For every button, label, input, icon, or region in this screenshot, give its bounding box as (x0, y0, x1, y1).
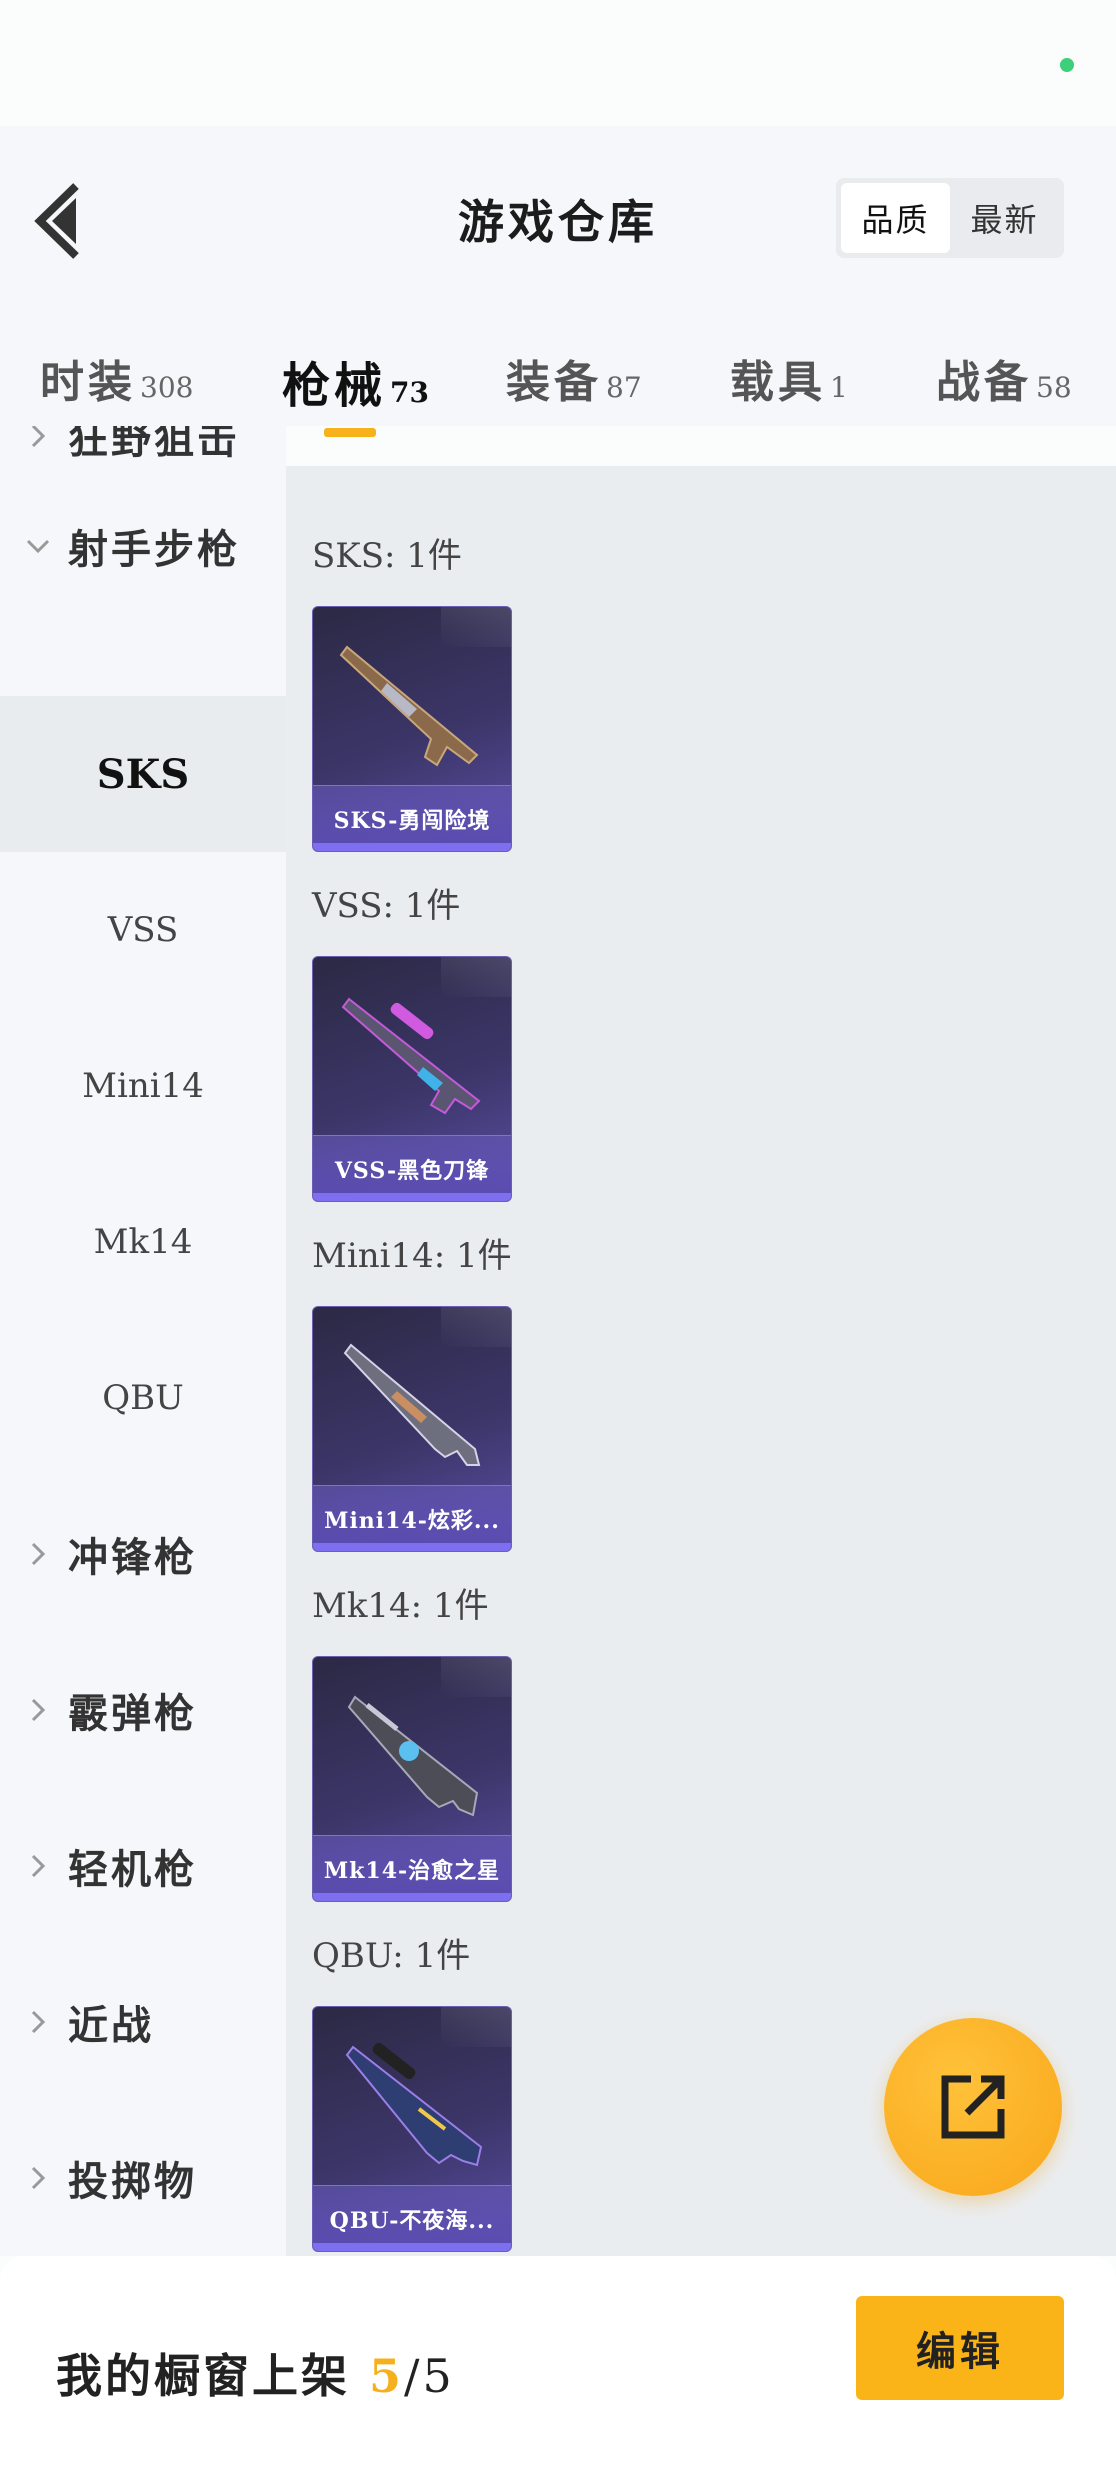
sidebar-group-melee[interactable]: 近战 (0, 1944, 286, 2100)
sidebar-item-partial[interactable]: 狂野狙击 (0, 426, 286, 476)
tab-count: 1 (830, 371, 848, 404)
tab-fashion[interactable]: 时装 308 (40, 346, 193, 410)
item-name: Mini14-炫彩... (324, 1508, 500, 1534)
status-indicator-dot (1060, 58, 1074, 72)
sidebar-group-smg[interactable]: 冲锋枪 (0, 1476, 286, 1632)
showcase-separator: / (404, 2349, 423, 2403)
tab-label: 时装 (40, 357, 136, 408)
tab-supplies[interactable]: 战备 58 (936, 346, 1072, 410)
quality-bar (313, 2243, 511, 2251)
chevron-right-icon (31, 1698, 46, 1722)
item-card-sks[interactable]: SKS-勇闯险境 (312, 606, 512, 852)
rifle-icon (347, 1695, 479, 1817)
showcase-label: 我的橱窗上架 (56, 2349, 350, 2403)
chevron-right-icon (31, 2166, 46, 2190)
quality-bar (313, 1893, 511, 1901)
sidebar-item-vss[interactable]: VSS (0, 852, 286, 1008)
share-external-icon (941, 2075, 1005, 2139)
item-name: QBU-不夜海... (329, 2208, 495, 2234)
chevron-right-icon (31, 1854, 46, 1878)
header: 游戏仓库 品质 最新 时装 308 枪械 73 装备 87 载具 1 战备 58 (0, 126, 1116, 437)
showcase-listed-count: 5 (369, 2349, 405, 2403)
footer-bar: 我的橱窗上架 5/5 编辑 (0, 2256, 1116, 2482)
sidebar-item-mk14[interactable]: Mk14 (0, 1164, 286, 1320)
quality-bar (313, 1193, 511, 1201)
rifle-icon (343, 1343, 481, 1466)
tab-guns[interactable]: 枪械 73 (282, 346, 429, 416)
sidebar-group-throwables[interactable]: 投掷物 (0, 2100, 286, 2256)
tab-label: 装备 (506, 357, 602, 408)
item-card-mini14[interactable]: Mini14-炫彩... (312, 1306, 512, 1552)
chevron-down-icon (26, 539, 50, 554)
tab-label: 载具 (730, 357, 826, 408)
sidebar-group-label: 霰弹枪 (68, 1690, 197, 1737)
sniper-rifle-icon (341, 997, 481, 1115)
section-title-sks: SKS: 1件 (312, 536, 462, 576)
tab-label: 战备 (936, 357, 1032, 408)
rifle-icon (339, 645, 479, 767)
sidebar-group-label: 投掷物 (68, 2158, 197, 2205)
sidebar-group-label: 冲锋枪 (68, 1534, 197, 1581)
tab-count: 87 (606, 371, 642, 404)
status-bar (0, 0, 1116, 126)
sidebar-item-sks[interactable]: SKS (0, 696, 286, 852)
quality-bar (313, 1543, 511, 1551)
chevron-right-icon (31, 2010, 46, 2034)
tab-count: 58 (1036, 371, 1072, 404)
sidebar-group-label: 近战 (68, 2002, 154, 2049)
tab-label: 枪械 (282, 358, 387, 414)
sidebar-group-shotgun[interactable]: 霰弹枪 (0, 1632, 286, 1788)
sniper-rifle-icon (345, 2042, 483, 2167)
item-name: VSS-黑色刀锋 (334, 1158, 490, 1184)
sidebar-item-mini14[interactable]: Mini14 (0, 1008, 286, 1164)
active-tab-indicator (324, 428, 376, 437)
showcase-max-count: 5 (422, 2349, 455, 2403)
section-title-mini14: Mini14: 1件 (312, 1236, 512, 1276)
sidebar-group-marksman-rifles[interactable]: 射手步枪 (0, 496, 286, 596)
item-name: Mk14-治愈之星 (323, 1858, 501, 1884)
chevron-right-icon (31, 1542, 46, 1566)
item-card-vss[interactable]: VSS-黑色刀锋 (312, 956, 512, 1202)
showcase-status: 我的橱窗上架 5/5 (56, 2340, 455, 2406)
tab-vehicles[interactable]: 载具 1 (730, 346, 848, 410)
category-tabs: 时装 308 枪械 73 装备 87 载具 1 战备 58 (0, 126, 1116, 437)
edit-button[interactable]: 编辑 (856, 2296, 1064, 2400)
chevron-right-icon (31, 426, 46, 448)
section-title-vss: VSS: 1件 (312, 886, 461, 926)
item-name: SKS-勇闯险境 (333, 808, 491, 834)
quality-bar (313, 843, 511, 851)
item-card-qbu[interactable]: QBU-不夜海... (312, 2006, 512, 2252)
section-title-mk14: Mk14: 1件 (312, 1586, 489, 1626)
sidebar-group-label: 射手步枪 (68, 526, 240, 573)
sidebar-item-label: 狂野狙击 (68, 426, 240, 463)
sidebar: 狂野狙击 射手步枪 SKS VSS Mini14 Mk14 QBU 冲锋枪 霰弹… (0, 426, 286, 2256)
tab-count: 308 (140, 371, 194, 404)
sidebar-group-label: 轻机枪 (68, 1846, 197, 1893)
tab-count: 73 (390, 376, 429, 409)
item-card-mk14[interactable]: Mk14-治愈之星 (312, 1656, 512, 1902)
item-list: SKS: 1件 SKS-勇闯险境 VSS: 1件 VSS-黑色刀锋 Mini14… (286, 466, 1116, 2256)
share-button[interactable] (884, 2018, 1062, 2196)
tab-equipment[interactable]: 装备 87 (506, 346, 642, 410)
sidebar-item-qbu[interactable]: QBU (0, 1320, 286, 1476)
sidebar-group-lmg[interactable]: 轻机枪 (0, 1788, 286, 1944)
section-title-qbu: QBU: 1件 (312, 1936, 471, 1976)
